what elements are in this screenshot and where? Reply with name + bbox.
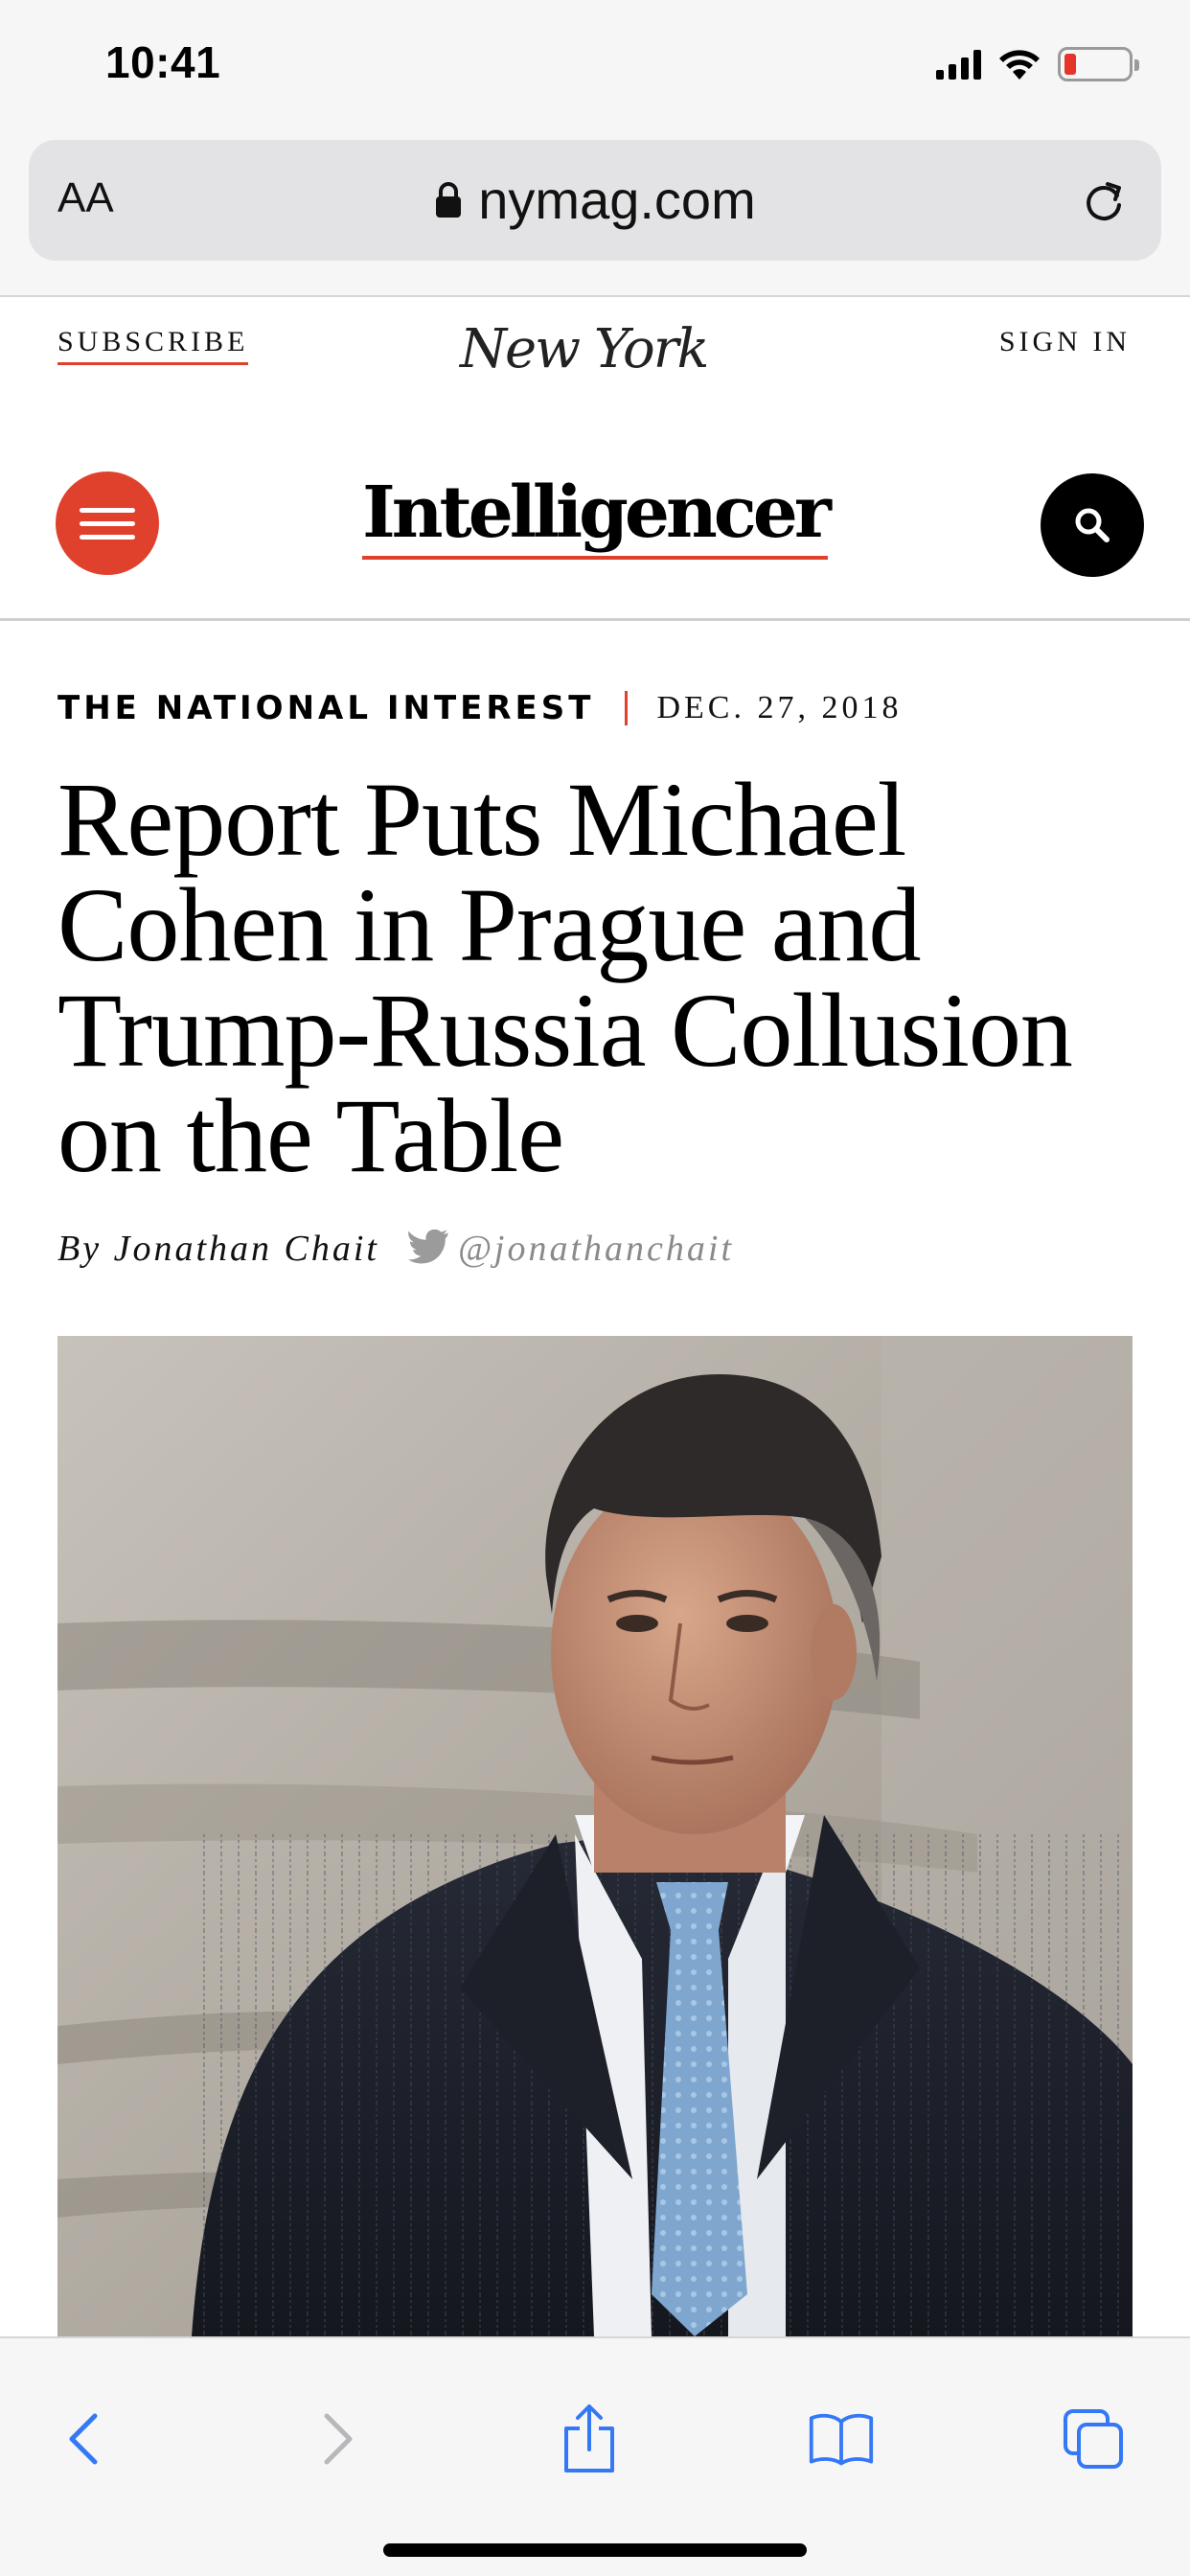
author-link[interactable]: By Jonathan Chait	[57, 1228, 379, 1270]
browser-toolbar	[0, 2336, 1190, 2576]
article-date: DEC. 27, 2018	[656, 690, 903, 725]
bookmarks-button[interactable]	[808, 2405, 875, 2472]
share-button[interactable]	[556, 2404, 623, 2472]
status-icons	[936, 42, 1139, 86]
wifi-icon	[999, 50, 1040, 80]
twitter-handle[interactable]: @jonathanchait	[458, 1228, 734, 1270]
status-time: 10:41	[105, 37, 221, 87]
battery-icon	[1058, 47, 1139, 81]
status-bar: 10:41	[0, 0, 1190, 134]
article-headline: Report Puts Michael Cohen in Prague and …	[57, 761, 1073, 1194]
section-logo-text: Intelligencer	[362, 472, 832, 560]
forward-icon	[324, 2413, 353, 2465]
site-header: SUBSCRIBE New York SIGN IN Intelligencer	[0, 299, 1190, 621]
new-york-logo[interactable]: New York	[460, 318, 709, 380]
cellular-signal-icon	[936, 49, 981, 80]
lead-photo-image	[57, 1336, 1133, 2336]
forward-button[interactable]	[305, 2405, 372, 2472]
rubric-link[interactable]: THE NATIONAL INTEREST	[57, 689, 594, 727]
share-icon	[564, 2404, 614, 2472]
lead-photo	[57, 1336, 1133, 2336]
byline: By Jonathan Chait @jonathanchait	[57, 1225, 734, 1273]
home-indicator	[383, 2543, 807, 2557]
bookmarks-icon	[809, 2413, 874, 2466]
back-button[interactable]	[50, 2405, 117, 2472]
intelligencer-logo[interactable]: Intelligencer	[0, 472, 1190, 560]
kicker-divider	[625, 691, 629, 725]
tabs-button[interactable]	[1060, 2405, 1127, 2472]
back-icon	[69, 2413, 98, 2465]
url-text: nymag.com	[478, 170, 756, 230]
subscribe-link[interactable]: SUBSCRIBE	[57, 326, 249, 365]
tabs-icon	[1064, 2409, 1123, 2469]
address-bar[interactable]: AA nymag.com	[29, 140, 1161, 261]
browser-chrome: AA nymag.com	[0, 134, 1190, 297]
reload-icon[interactable]	[1079, 176, 1129, 226]
search-button[interactable]	[1041, 473, 1144, 577]
article-kicker: THE NATIONAL INTEREST DEC. 27, 2018	[57, 686, 902, 730]
url-display[interactable]: nymag.com	[29, 169, 1161, 231]
lock-icon	[436, 181, 462, 218]
twitter-icon[interactable]	[407, 1230, 450, 1268]
sign-in-link[interactable]: SIGN IN	[999, 326, 1131, 358]
search-icon	[1075, 508, 1110, 542]
